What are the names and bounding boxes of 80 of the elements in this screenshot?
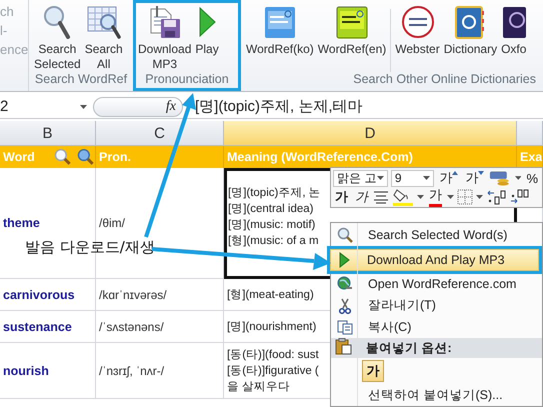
bold-button[interactable]: 가 [333,188,350,206]
caret-icon [376,176,384,180]
italic-button[interactable]: 가 [353,188,370,206]
play-icon [338,252,350,268]
table-search-icon [86,5,121,39]
book-icon [336,5,368,39]
menu-item[interactable]: 복사(C) [331,316,542,338]
ribbon-button[interactable]: WordRef(ko) [244,5,316,57]
ribbon-label: ence [0,42,28,57]
menu-header-text: 붙여넣기 옵션: [366,340,452,357]
shrink-font-button[interactable]: 가 [463,169,486,188]
book-icon [454,5,486,39]
ribbon-button[interactable]: Search All [82,5,125,72]
ribbon-label: l- [0,23,8,38]
header-cell: Exa [517,146,543,168]
search-icon [337,226,353,243]
clipboard-icon [335,338,352,356]
annotation-text: 발음 다운로드/재생 [25,238,155,257]
caret-icon [423,176,430,180]
ribbon-button[interactable]: Oxfo [499,5,528,57]
menu-item[interactable]: 선택하여 붙여넣기(S)... [331,384,542,406]
paste-option-button[interactable]: 가 [362,360,384,382]
borders-icon[interactable] [457,188,473,205]
caret-icon [514,176,522,180]
align-center-icon[interactable] [373,190,389,204]
header-text: Word [3,150,36,164]
down-arrow-icon [478,171,484,176]
increase-decimal-icon[interactable] [486,188,506,205]
up-arrow-icon [452,171,458,176]
caret-icon [476,194,483,199]
ribbon-button[interactable]: WordRef(en) [316,5,388,57]
caret-icon [80,104,87,108]
column-header[interactable]: D [224,121,517,146]
menu-item[interactable]: Search Selected Word(s) [331,224,542,246]
font-field[interactable]: 맑은 고 [333,170,388,187]
caret-icon [447,194,454,199]
ribbon-label: ch [0,4,15,19]
table-cell: /ˈnɜrɪʃ, ˈnʌr-/ [96,343,224,399]
globe-icon [337,276,353,292]
header-cell: Meaning (WordReference.Com) [224,146,517,168]
column-header[interactable]: B [0,121,96,146]
header-cell: Pron. [96,146,224,168]
book-icon [264,5,296,39]
ribbon-button[interactable]: Play [193,5,221,57]
table-cell: nourish [0,343,96,399]
scissors-icon [339,298,351,314]
document-floppy-icon [148,5,181,39]
percent-button[interactable]: % [524,169,540,188]
menu-item[interactable]: Download And Play MP3 [330,248,539,271]
caret-icon [417,194,424,199]
ribbon-button[interactable]: Download MP3 [136,5,194,72]
table-cell: /ˈsʌstənəns/ [96,311,224,343]
search-icon[interactable] [77,148,95,166]
book-icon [502,5,526,39]
formula-bar-handle[interactable]: fx [93,96,183,116]
seal-icon [400,5,434,39]
group-label: Search Other Online Dictionaries [352,72,537,88]
function-label[interactable]: fx [166,98,176,114]
menu-item[interactable]: Open WordReference.com [331,274,542,296]
grow-font-button[interactable]: 가 [437,169,460,188]
table-cell: sustenance [0,311,96,343]
search-icon[interactable] [54,148,72,166]
font-color-button[interactable]: 가 [427,188,444,206]
ribbon-button[interactable]: Webster [393,5,442,57]
group-label: Search WordRef [34,72,128,88]
search-icon [43,5,72,39]
table-cell: carnivorous [0,279,96,311]
menu-item[interactable]: 잘라내기(T) [331,295,542,317]
formula-field[interactable]: [명](topic)주제, 논제,테마 [183,97,363,116]
group-label: Pronounciation [144,72,230,88]
ribbon-button[interactable]: Dictionary [442,5,500,57]
column-header[interactable]: C [96,121,224,146]
font-size-field[interactable]: 9 [390,170,434,187]
play-icon [197,5,218,39]
table-cell: /kɑrˈnɪvərəs/ [96,279,224,311]
copy-icon [337,320,353,335]
paint-bucket-icon[interactable] [392,188,414,206]
name-box[interactable]: 2 [0,98,80,115]
ribbon-button[interactable]: Search Selected [32,5,83,72]
decrease-decimal-icon[interactable] [509,188,529,205]
